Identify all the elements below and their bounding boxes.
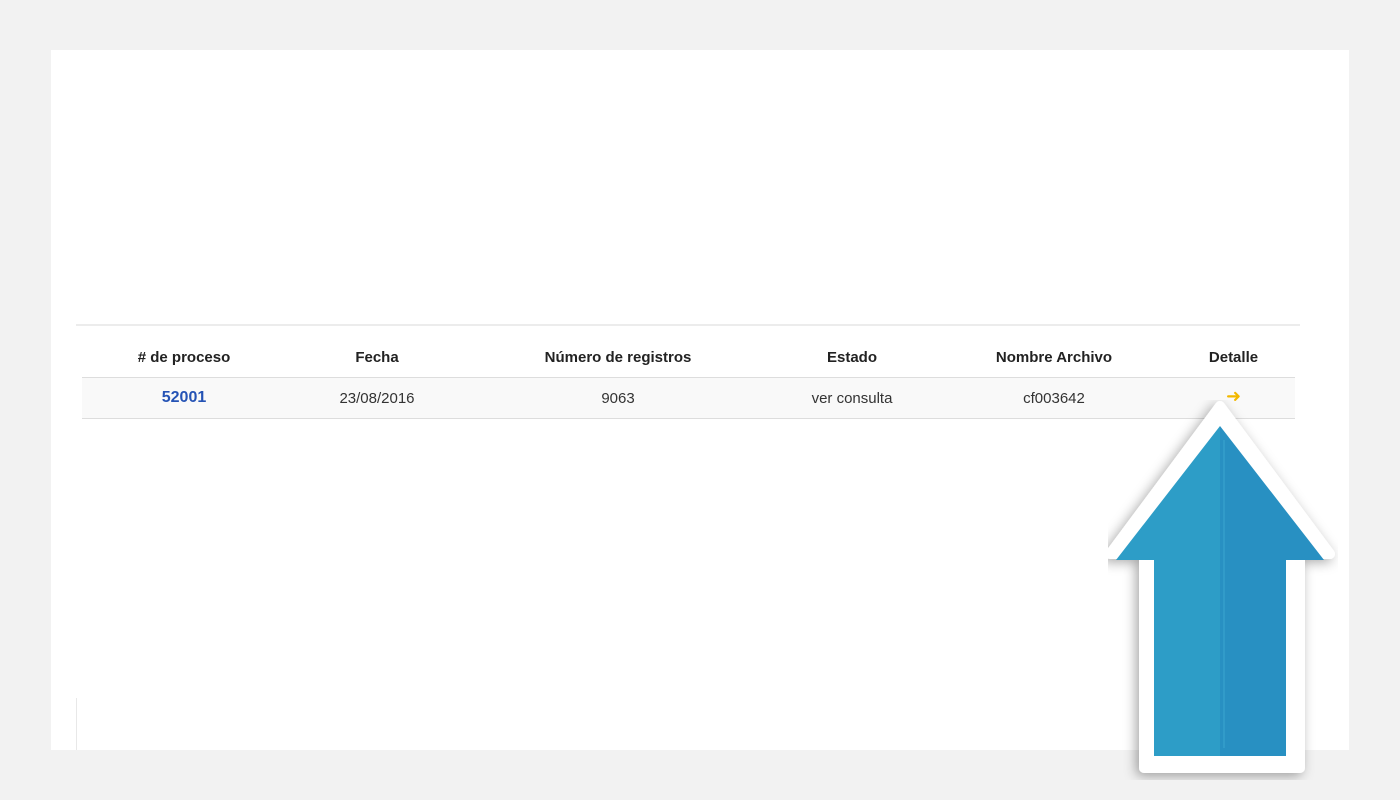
cell-status: ver consulta [768, 377, 936, 419]
up-arrow-icon [1108, 401, 1335, 773]
column-header-records: Número de registros [468, 337, 768, 378]
process-number-link[interactable]: 52001 [162, 389, 207, 406]
divider [76, 698, 77, 750]
column-header-process: # de proceso [82, 337, 286, 378]
table-header-row: # de proceso Fecha Número de registros E… [82, 337, 1295, 378]
column-header-filename: Nombre Archivo [936, 337, 1172, 378]
cell-process: 52001 [82, 377, 286, 419]
cell-date: 23/08/2016 [286, 377, 468, 419]
divider [76, 324, 1300, 326]
column-header-date: Fecha [286, 337, 468, 378]
cell-records: 9063 [468, 377, 768, 419]
column-header-status: Estado [768, 337, 936, 378]
column-header-detail: Detalle [1172, 337, 1295, 378]
